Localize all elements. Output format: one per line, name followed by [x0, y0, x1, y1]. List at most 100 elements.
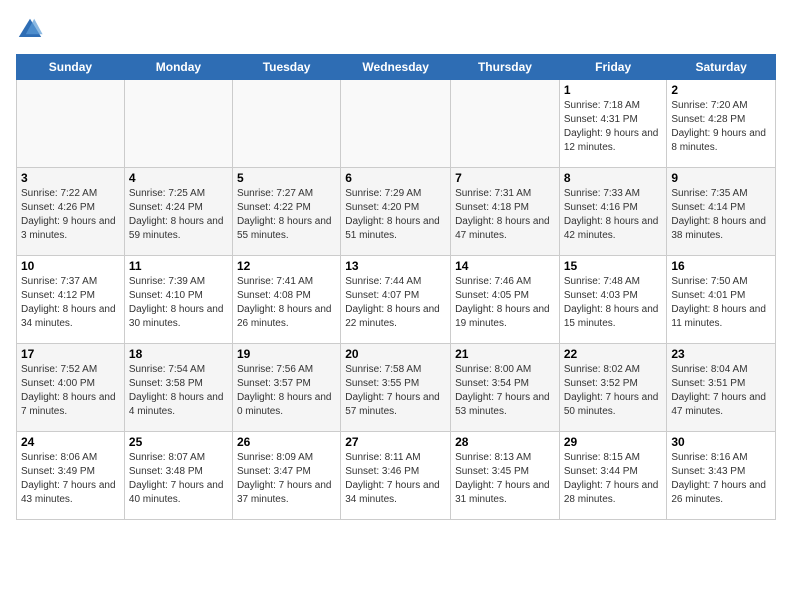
day-cell: 8 Sunrise: 7:33 AM Sunset: 4:16 PM Daylig…	[559, 168, 667, 256]
day-info: Sunrise: 7:35 AM Sunset: 4:14 PM Dayligh…	[671, 187, 771, 243]
day-number: 22	[564, 347, 663, 361]
day-info: Sunrise: 7:54 AM Sunset: 3:58 PM Dayligh…	[129, 363, 228, 419]
day-cell: 28 Sunrise: 8:13 AM Sunset: 3:45 PM Dayli…	[451, 432, 560, 520]
day-info: Sunrise: 7:58 AM Sunset: 3:55 PM Dayligh…	[345, 363, 446, 419]
day-info: Sunrise: 8:07 AM Sunset: 3:48 PM Dayligh…	[129, 451, 228, 507]
day-cell: 13 Sunrise: 7:44 AM Sunset: 4:07 PM Dayli…	[341, 256, 451, 344]
day-number: 25	[129, 435, 228, 449]
day-info: Sunrise: 7:31 AM Sunset: 4:18 PM Dayligh…	[455, 187, 555, 243]
column-header-friday: Friday	[559, 55, 667, 80]
day-number: 8	[564, 171, 663, 185]
day-cell: 17Sunrise: 7:52 AM Sunset: 4:00 PM Dayli…	[17, 344, 125, 432]
day-info: Sunrise: 7:46 AM Sunset: 4:05 PM Dayligh…	[455, 275, 555, 331]
week-row-3: 10 Sunrise: 7:37 AM Sunset: 4:12 PM Dayli…	[17, 256, 776, 344]
day-info: Sunrise: 8:13 AM Sunset: 3:45 PM Dayligh…	[455, 451, 555, 507]
day-number: 7	[455, 171, 555, 185]
day-cell: 24 Sunrise: 8:06 AM Sunset: 3:49 PM Dayli…	[17, 432, 125, 520]
day-number: 23	[671, 347, 771, 361]
day-cell: 20Sunrise: 7:58 AM Sunset: 3:55 PM Dayli…	[341, 344, 451, 432]
day-cell	[17, 80, 125, 168]
day-number: 11	[129, 259, 228, 273]
day-number: 18	[129, 347, 228, 361]
day-cell: 25 Sunrise: 8:07 AM Sunset: 3:48 PM Dayli…	[124, 432, 232, 520]
day-info: Sunrise: 8:11 AM Sunset: 3:46 PM Dayligh…	[345, 451, 446, 507]
day-cell	[232, 80, 340, 168]
day-info: Sunrise: 8:00 AM Sunset: 3:54 PM Dayligh…	[455, 363, 555, 419]
day-cell: 9Sunrise: 7:35 AM Sunset: 4:14 PM Daylig…	[667, 168, 776, 256]
day-number: 24	[21, 435, 120, 449]
logo	[16, 16, 48, 44]
day-cell: 3Sunrise: 7:22 AM Sunset: 4:26 PM Daylig…	[17, 168, 125, 256]
day-cell: 21Sunrise: 8:00 AM Sunset: 3:54 PM Dayli…	[451, 344, 560, 432]
day-cell: 14 Sunrise: 7:46 AM Sunset: 4:05 PM Dayli…	[451, 256, 560, 344]
day-cell: 2 Sunrise: 7:20 AM Sunset: 4:28 PM Daylig…	[667, 80, 776, 168]
week-row-1: 1Sunrise: 7:18 AM Sunset: 4:31 PM Daylig…	[17, 80, 776, 168]
day-info: Sunrise: 7:25 AM Sunset: 4:24 PM Dayligh…	[129, 187, 228, 243]
day-number: 28	[455, 435, 555, 449]
day-cell: 19 Sunrise: 7:56 AM Sunset: 3:57 PM Dayli…	[232, 344, 340, 432]
day-cell: 29 Sunrise: 8:15 AM Sunset: 3:44 PM Dayli…	[559, 432, 667, 520]
day-number: 19	[237, 347, 336, 361]
day-cell: 26Sunrise: 8:09 AM Sunset: 3:47 PM Dayli…	[232, 432, 340, 520]
day-cell: 5 Sunrise: 7:27 AM Sunset: 4:22 PM Daylig…	[232, 168, 340, 256]
week-row-2: 3Sunrise: 7:22 AM Sunset: 4:26 PM Daylig…	[17, 168, 776, 256]
day-number: 1	[564, 83, 663, 97]
day-info: Sunrise: 7:27 AM Sunset: 4:22 PM Dayligh…	[237, 187, 336, 243]
column-header-wednesday: Wednesday	[341, 55, 451, 80]
day-info: Sunrise: 7:39 AM Sunset: 4:10 PM Dayligh…	[129, 275, 228, 331]
day-cell: 12 Sunrise: 7:41 AM Sunset: 4:08 PM Dayli…	[232, 256, 340, 344]
day-number: 29	[564, 435, 663, 449]
day-info: Sunrise: 8:09 AM Sunset: 3:47 PM Dayligh…	[237, 451, 336, 507]
day-number: 10	[21, 259, 120, 273]
calendar-table: SundayMondayTuesdayWednesdayThursdayFrid…	[16, 54, 776, 520]
column-header-thursday: Thursday	[451, 55, 560, 80]
day-number: 17	[21, 347, 120, 361]
day-info: Sunrise: 8:06 AM Sunset: 3:49 PM Dayligh…	[21, 451, 120, 507]
column-header-saturday: Saturday	[667, 55, 776, 80]
day-cell: 6 Sunrise: 7:29 AM Sunset: 4:20 PM Daylig…	[341, 168, 451, 256]
day-info: Sunrise: 8:04 AM Sunset: 3:51 PM Dayligh…	[671, 363, 771, 419]
day-cell	[124, 80, 232, 168]
day-number: 15	[564, 259, 663, 273]
day-number: 2	[671, 83, 771, 97]
day-number: 14	[455, 259, 555, 273]
day-info: Sunrise: 8:16 AM Sunset: 3:43 PM Dayligh…	[671, 451, 771, 507]
header	[16, 16, 776, 44]
day-info: Sunrise: 8:15 AM Sunset: 3:44 PM Dayligh…	[564, 451, 663, 507]
day-info: Sunrise: 7:20 AM Sunset: 4:28 PM Dayligh…	[671, 99, 771, 155]
day-info: Sunrise: 7:48 AM Sunset: 4:03 PM Dayligh…	[564, 275, 663, 331]
day-info: Sunrise: 7:37 AM Sunset: 4:12 PM Dayligh…	[21, 275, 120, 331]
day-info: Sunrise: 7:44 AM Sunset: 4:07 PM Dayligh…	[345, 275, 446, 331]
week-row-4: 17Sunrise: 7:52 AM Sunset: 4:00 PM Dayli…	[17, 344, 776, 432]
day-cell: 18 Sunrise: 7:54 AM Sunset: 3:58 PM Dayli…	[124, 344, 232, 432]
day-cell: 10 Sunrise: 7:37 AM Sunset: 4:12 PM Dayli…	[17, 256, 125, 344]
column-header-sunday: Sunday	[17, 55, 125, 80]
day-info: Sunrise: 7:22 AM Sunset: 4:26 PM Dayligh…	[21, 187, 120, 243]
column-header-tuesday: Tuesday	[232, 55, 340, 80]
day-number: 13	[345, 259, 446, 273]
column-header-monday: Monday	[124, 55, 232, 80]
day-number: 4	[129, 171, 228, 185]
day-number: 16	[671, 259, 771, 273]
day-cell: 23 Sunrise: 8:04 AM Sunset: 3:51 PM Dayli…	[667, 344, 776, 432]
logo-icon	[16, 16, 44, 44]
day-cell	[451, 80, 560, 168]
day-number: 30	[671, 435, 771, 449]
day-info: Sunrise: 7:33 AM Sunset: 4:16 PM Dayligh…	[564, 187, 663, 243]
day-number: 5	[237, 171, 336, 185]
day-cell	[341, 80, 451, 168]
day-info: Sunrise: 7:41 AM Sunset: 4:08 PM Dayligh…	[237, 275, 336, 331]
day-number: 12	[237, 259, 336, 273]
day-number: 27	[345, 435, 446, 449]
day-info: Sunrise: 7:29 AM Sunset: 4:20 PM Dayligh…	[345, 187, 446, 243]
day-cell: 22Sunrise: 8:02 AM Sunset: 3:52 PM Dayli…	[559, 344, 667, 432]
day-cell: 7 Sunrise: 7:31 AM Sunset: 4:18 PM Daylig…	[451, 168, 560, 256]
day-cell: 27 Sunrise: 8:11 AM Sunset: 3:46 PM Dayli…	[341, 432, 451, 520]
calendar-header-row: SundayMondayTuesdayWednesdayThursdayFrid…	[17, 55, 776, 80]
day-info: Sunrise: 7:56 AM Sunset: 3:57 PM Dayligh…	[237, 363, 336, 419]
day-cell: 16 Sunrise: 7:50 AM Sunset: 4:01 PM Dayli…	[667, 256, 776, 344]
week-row-5: 24 Sunrise: 8:06 AM Sunset: 3:49 PM Dayli…	[17, 432, 776, 520]
day-cell: 4 Sunrise: 7:25 AM Sunset: 4:24 PM Daylig…	[124, 168, 232, 256]
day-number: 6	[345, 171, 446, 185]
day-info: Sunrise: 7:50 AM Sunset: 4:01 PM Dayligh…	[671, 275, 771, 331]
